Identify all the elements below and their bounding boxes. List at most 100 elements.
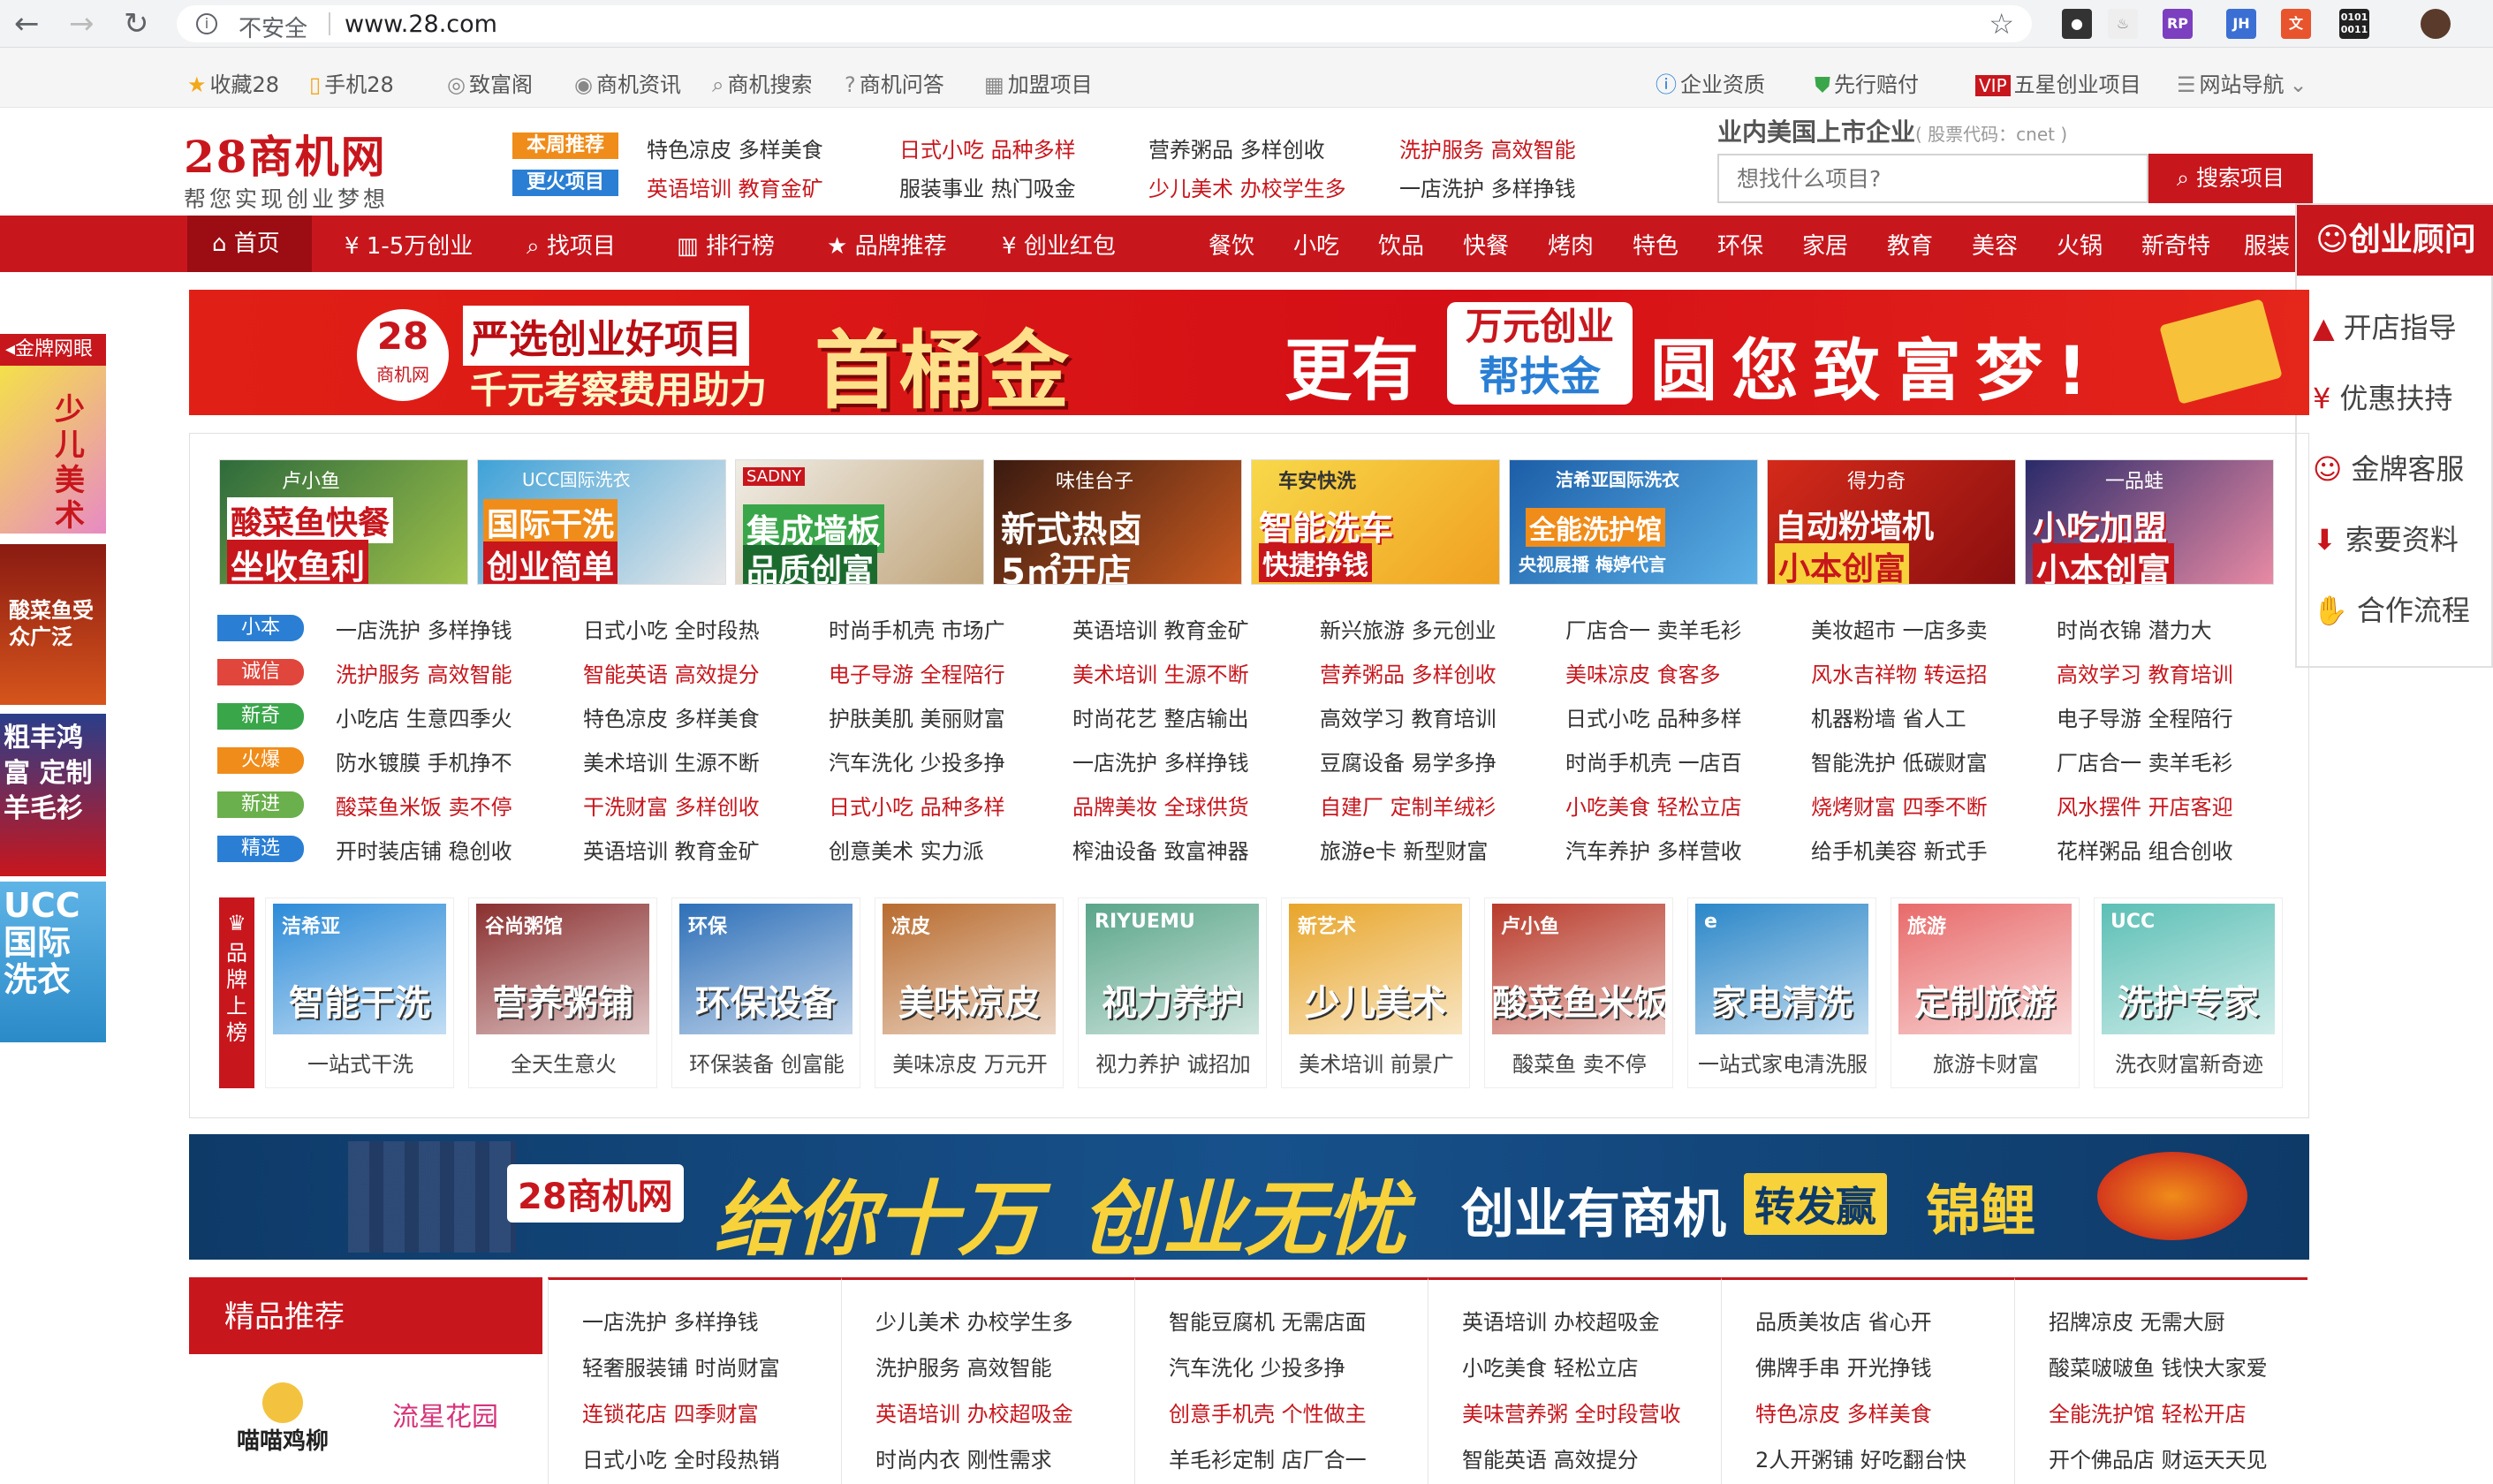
left-float-ad[interactable]: 粗丰鸿富 定制羊毛衫: [0, 714, 106, 876]
project-link[interactable]: 汽车洗化 少投多挣: [1169, 1351, 1345, 1382]
project-link[interactable]: 特色凉皮 多样美食: [583, 701, 760, 732]
nav-cat[interactable]: 环保: [1717, 228, 1763, 261]
project-link[interactable]: 汽车洗化 少投多挣: [829, 746, 1005, 776]
project-link[interactable]: 智能英语 高效提分: [1462, 1442, 1639, 1473]
project-link[interactable]: 美术培训 生源不断: [583, 746, 760, 776]
project-link[interactable]: 高效学习 教育培训: [2057, 657, 2233, 688]
project-link[interactable]: 花样粥品 组合创收: [2057, 834, 2233, 865]
header-link[interactable]: 营养粥品 多样创收: [1148, 132, 1325, 163]
project-link[interactable]: 一店洗护 多样挣钱: [336, 613, 512, 644]
brand-card[interactable]: 旅游 定制旅游 旅游卡财富: [1891, 897, 2080, 1088]
project-link[interactable]: 酸菜啵啵鱼 钱快大家爱: [2049, 1351, 2268, 1382]
project-link[interactable]: 美妆超市 一店多卖: [1811, 613, 1988, 644]
nav-cat[interactable]: 美容: [1972, 228, 2018, 261]
brand-card[interactable]: 环保 环保设备 环保装备 创富能: [671, 897, 860, 1088]
header-link[interactable]: 洗护服务 高效智能: [1399, 132, 1576, 163]
project-link[interactable]: 少儿美术 办校学生多: [875, 1305, 1073, 1336]
translate-extension-icon[interactable]: 文: [2281, 9, 2311, 39]
brand-card[interactable]: RIYUEMU 视力养护 视力养护 诚招加: [1078, 897, 1267, 1088]
project-link[interactable]: 一店洗护 多样挣钱: [1072, 746, 1249, 776]
nav-brand[interactable]: ★ 品牌推荐: [827, 228, 947, 261]
brand-logo[interactable]: 流星花园: [375, 1395, 516, 1457]
header-link[interactable]: 服装事业 热门吸金: [899, 171, 1076, 202]
forward-icon[interactable]: →: [69, 9, 95, 39]
project-link[interactable]: 创意手机壳 个性做主: [1169, 1397, 1367, 1427]
project-link[interactable]: 日式小吃 品种多样: [829, 790, 1005, 821]
consult-item[interactable]: ✋ 合作流程: [2313, 588, 2470, 629]
mobile-link[interactable]: ▯ 手机28: [309, 67, 394, 98]
project-link[interactable]: 豆腐设备 易学多挣: [1320, 746, 1497, 776]
project-link[interactable]: 招牌凉皮 无需大厨: [2049, 1305, 2225, 1336]
project-link[interactable]: 榨油设备 致富神器: [1072, 834, 1249, 865]
brand-card[interactable]: 谷尚粥馆 营养粥铺 全天生意火: [468, 897, 657, 1088]
nav-1-5w[interactable]: ¥ 1-5万创业: [345, 228, 473, 261]
nav-cat[interactable]: 小吃: [1293, 228, 1339, 261]
project-link[interactable]: 电子导游 全程陪行: [829, 657, 1005, 688]
nav-cat[interactable]: 餐饮: [1209, 228, 1254, 261]
featured-tile[interactable]: 卢小鱼 酸菜鱼快餐 坐收鱼利: [219, 459, 468, 585]
project-link[interactable]: 美味营养粥 全时段营收: [1462, 1397, 1681, 1427]
project-link[interactable]: 高效学习 教育培训: [1320, 701, 1497, 732]
project-link[interactable]: 小吃店 生意四季火: [336, 701, 512, 732]
project-link[interactable]: 英语培训 教育金矿: [583, 834, 760, 865]
project-link[interactable]: 自建厂 定制羊绒衫: [1320, 790, 1497, 821]
project-link[interactable]: 日式小吃 全时段热销: [582, 1442, 780, 1473]
rp-extension-icon[interactable]: RP: [2163, 9, 2193, 39]
project-link[interactable]: 英语培训 办校超吸金: [1462, 1305, 1660, 1336]
five-star-link[interactable]: VIP 五星创业项目: [1975, 67, 2141, 98]
project-link[interactable]: 给手机美容 新式手: [1811, 834, 1988, 865]
qa-link[interactable]: ? 商机问答: [845, 67, 944, 98]
project-link[interactable]: 时尚内衣 刚性需求: [875, 1442, 1052, 1473]
promo-banner-top[interactable]: 28 商机网 严选创业好项目 千元考察费用助力 首桶金 更有 万元创业 帮扶金 …: [189, 290, 2309, 415]
info-icon[interactable]: i: [196, 13, 217, 34]
project-link[interactable]: 时尚花艺 整店输出: [1072, 701, 1249, 732]
project-link[interactable]: 护肤美肌 美丽财富: [829, 701, 1005, 732]
project-link[interactable]: 智能洗护 低碳财富: [1811, 746, 1988, 776]
nav-home[interactable]: ⌂ 首页: [187, 216, 312, 272]
project-link[interactable]: 英语培训 办校超吸金: [875, 1397, 1073, 1427]
project-link[interactable]: 品牌美妆 全球供货: [1072, 790, 1249, 821]
brand-card[interactable]: 新艺术 少儿美术 美术培训 前景广: [1281, 897, 1470, 1088]
news-link[interactable]: ◉ 商机资讯: [574, 67, 681, 98]
project-link[interactable]: 营养粥品 多样创收: [1320, 657, 1497, 688]
address-bar[interactable]: i 不安全 www.28.com ☆: [177, 5, 2032, 42]
promo-banner-bottom[interactable]: 28商机网 给你十万 创业无忧 创业有商机 转发赢 锦鲤: [189, 1134, 2309, 1260]
project-link[interactable]: 风水吉祥物 转运招: [1811, 657, 1988, 688]
featured-tile[interactable]: UCC国际洗衣 国际干洗 创业简单: [477, 459, 726, 585]
nav-cat[interactable]: 饮品: [1378, 228, 1424, 261]
consult-item[interactable]: ⬇ 索要资料: [2313, 518, 2459, 558]
join-link[interactable]: ▦ 加盟项目: [984, 67, 1093, 98]
project-link[interactable]: 风水摆件 开店客迎: [2057, 790, 2233, 821]
back-icon[interactable]: ←: [14, 9, 40, 39]
project-link[interactable]: 时尚手机壳 市场广: [829, 613, 1005, 644]
brand-logo[interactable]: 喵喵鸡柳: [224, 1382, 341, 1462]
project-link[interactable]: 干洗财富 多样创收: [583, 790, 760, 821]
project-link[interactable]: 洗护服务 高效智能: [336, 657, 512, 688]
jh-extension-icon[interactable]: JH: [2226, 9, 2256, 39]
featured-tile[interactable]: 一品蛙 小吃加盟 小本创富: [2025, 459, 2274, 585]
binary-extension-icon[interactable]: 0101 0011: [2339, 9, 2369, 39]
project-link[interactable]: 英语培训 教育金矿: [1072, 613, 1249, 644]
site-logo[interactable]: 28商机网 帮您实现创业梦想: [184, 122, 413, 212]
brand-card[interactable]: 凉皮 美味凉皮 美味凉皮 万元开: [875, 897, 1064, 1088]
nav-cat[interactable]: 教育: [1887, 228, 1933, 261]
avatar[interactable]: [2421, 9, 2451, 39]
project-link[interactable]: 防水镀膜 手机挣不: [336, 746, 512, 776]
brand-card[interactable]: 洁希亚 智能干洗 一站式干洗: [265, 897, 454, 1088]
brand-card[interactable]: e 家电清洗 一站式家电清洗服: [1687, 897, 1876, 1088]
project-link[interactable]: 创意美术 实力派: [829, 834, 984, 865]
left-float-ad[interactable]: 酸菜鱼受众广泛: [0, 544, 106, 705]
project-link[interactable]: 智能豆腐机 无需店面: [1169, 1305, 1367, 1336]
project-link[interactable]: 日式小吃 品种多样: [1565, 701, 1742, 732]
brand-card[interactable]: 卢小鱼 酸菜鱼米饭 酸菜鱼 卖不停: [1484, 897, 1673, 1088]
project-link[interactable]: 机器粉墙 省人工: [1811, 701, 1966, 732]
project-link[interactable]: 电子导游 全程陪行: [2057, 701, 2233, 732]
featured-tile[interactable]: SADNY 集成墙板 品质创富: [735, 459, 984, 585]
extension-icon[interactable]: ♨: [2108, 9, 2138, 39]
consultant-title[interactable]: ☺创业顾问: [2297, 205, 2493, 276]
reload-icon[interactable]: ↻: [124, 9, 149, 39]
search-link[interactable]: ⌕ 商机搜索: [712, 67, 812, 98]
header-link[interactable]: 特色凉皮 多样美食: [647, 132, 823, 163]
header-link[interactable]: 英语培训 教育金矿: [647, 171, 823, 202]
project-link[interactable]: 开个佛品店 财运天天见: [2049, 1442, 2268, 1473]
